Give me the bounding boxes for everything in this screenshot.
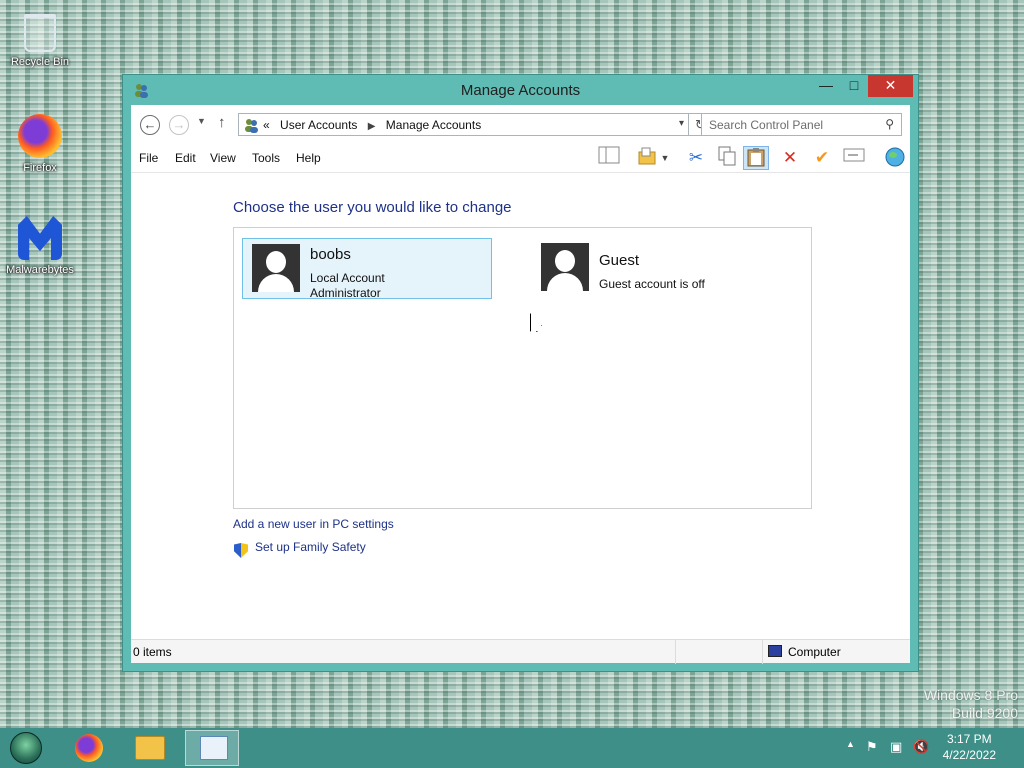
item-count: 0 items	[133, 645, 172, 659]
status-location: Computer	[788, 645, 841, 659]
watermark-edition: Windows 8 Pro	[923, 687, 1018, 703]
forward-arrow-icon[interactable]: →	[169, 115, 189, 135]
add-new-user-link[interactable]: Add a new user in PC settings	[233, 517, 394, 531]
internet-globe-icon[interactable]	[882, 146, 908, 170]
network-icon[interactable]: ▣	[890, 739, 902, 755]
recycle-bin-icon	[24, 14, 56, 52]
user-avatar-icon	[252, 244, 300, 292]
search-input[interactable]	[702, 114, 872, 135]
malwarebytes-icon	[18, 216, 62, 260]
desktop-icon-recycle-bin[interactable]: Recycle Bin	[0, 14, 80, 68]
firefox-icon	[18, 114, 62, 158]
back-arrow-icon[interactable]: ←	[140, 115, 160, 135]
address-dropdown-icon[interactable]: ▾	[679, 118, 684, 129]
folder-options-dropdown-icon[interactable]: ▼	[658, 146, 672, 170]
desktop-icon-malwarebytes[interactable]: Malwarebytes	[0, 216, 80, 276]
clock-date: 4/22/2022	[942, 748, 996, 762]
watermark-build: Build 9200	[951, 705, 1018, 721]
show-hidden-icons-icon[interactable]: ▲	[846, 739, 855, 749]
search-box[interactable]: ⚲	[701, 113, 902, 136]
page-heading: Choose the user you would like to change	[233, 199, 512, 216]
cut-icon[interactable]: ✂	[683, 146, 709, 170]
control-panel-icon	[200, 736, 228, 760]
user-account-role: Administrator	[310, 286, 381, 300]
menu-edit[interactable]: Edit	[175, 151, 196, 165]
navigation-bar: ← → ▼ ↑ « User Accounts ▶ Manage Account…	[131, 105, 910, 143]
breadcrumb-user-accounts[interactable]: User Accounts	[280, 118, 357, 132]
menu-tools[interactable]: Tools	[252, 151, 280, 165]
desktop-icon-label: Firefox	[23, 162, 57, 174]
window-title: Manage Accounts	[460, 82, 581, 99]
layout-pane-icon[interactable]	[596, 146, 622, 170]
folder-options-icon[interactable]	[634, 146, 660, 170]
desktop-icon-firefox[interactable]: Firefox	[0, 114, 80, 174]
breadcrumb-overflow[interactable]: «	[263, 118, 270, 132]
maximize-button[interactable]: □	[840, 75, 868, 97]
copy-icon[interactable]	[714, 146, 740, 170]
breadcrumb-manage-accounts[interactable]: Manage Accounts	[386, 118, 481, 132]
user-account-status: Guest account is off	[599, 277, 705, 291]
user-name: Guest	[599, 252, 640, 269]
taskbar-control-panel[interactable]	[185, 730, 239, 766]
computer-icon	[768, 645, 782, 657]
properties-check-icon[interactable]: ✔	[809, 146, 835, 170]
window-client-area: ← → ▼ ↑ « User Accounts ▶ Manage Account…	[131, 105, 910, 664]
recent-locations-dropdown-icon[interactable]: ▼	[197, 116, 206, 126]
status-divider	[762, 640, 763, 664]
title-bar[interactable]: Manage Accounts — □ ✕	[123, 75, 918, 105]
breadcrumb: « User Accounts ▶ Manage Accounts	[263, 118, 481, 132]
paste-icon[interactable]	[743, 146, 769, 170]
minimize-button[interactable]: —	[812, 75, 840, 97]
rename-icon[interactable]	[841, 146, 867, 170]
user-name: boobs	[310, 246, 351, 263]
address-bar[interactable]: « User Accounts ▶ Manage Accounts ▾	[238, 113, 689, 136]
menu-file[interactable]: File	[139, 151, 158, 165]
user-tile-boobs[interactable]: boobs Local Account Administrator	[242, 238, 492, 300]
clock-time: 3:17 PM	[946, 732, 992, 746]
taskbar-firefox[interactable]	[60, 730, 114, 766]
start-button-icon[interactable]	[10, 732, 42, 764]
desktop-icon-label: Recycle Bin	[10, 56, 70, 68]
control-panel-icon	[245, 119, 258, 133]
volume-muted-icon[interactable]: 🔇	[913, 739, 929, 755]
user-tile-guest[interactable]: Guest Guest account is off	[532, 238, 782, 299]
user-account-list: boobs Local Account Administrator Guest …	[233, 227, 812, 509]
delete-icon[interactable]: ✕	[777, 146, 803, 170]
user-account-type: Local Account	[310, 271, 385, 285]
family-safety-link[interactable]: Set up Family Safety	[255, 540, 366, 554]
manage-accounts-window: Manage Accounts — □ ✕ ← → ▼ ↑ « User Acc…	[122, 74, 919, 672]
taskbar: ▲ ⚑ ▣ 🔇 3:17 PM 4/22/2022	[0, 728, 1024, 768]
status-divider	[675, 640, 676, 664]
up-arrow-icon[interactable]: ↑	[218, 114, 226, 131]
magnifier-icon[interactable]: ⚲	[885, 117, 894, 131]
status-bar: 0 items Computer	[131, 639, 910, 664]
menu-view[interactable]: View	[210, 151, 236, 165]
os-watermark: Windows 8 Pro Build 9200	[924, 686, 1018, 722]
breadcrumb-separator-icon[interactable]: ▶	[368, 121, 376, 132]
desktop-icon-label: Malwarebytes	[6, 264, 74, 276]
user-avatar-icon	[541, 243, 589, 291]
menu-help[interactable]: Help	[296, 151, 321, 165]
action-center-flag-icon[interactable]: ⚑	[866, 739, 878, 755]
firefox-icon	[75, 734, 103, 762]
menu-toolbar-row: File Edit View Tools Help ▼ ✂ ✕ ✔	[131, 143, 910, 173]
taskbar-file-explorer[interactable]	[122, 730, 176, 766]
taskbar-clock[interactable]: 3:17 PM 4/22/2022	[943, 731, 996, 763]
close-button[interactable]: ✕	[868, 75, 913, 97]
uac-shield-icon	[234, 543, 248, 558]
folder-icon	[135, 736, 165, 760]
